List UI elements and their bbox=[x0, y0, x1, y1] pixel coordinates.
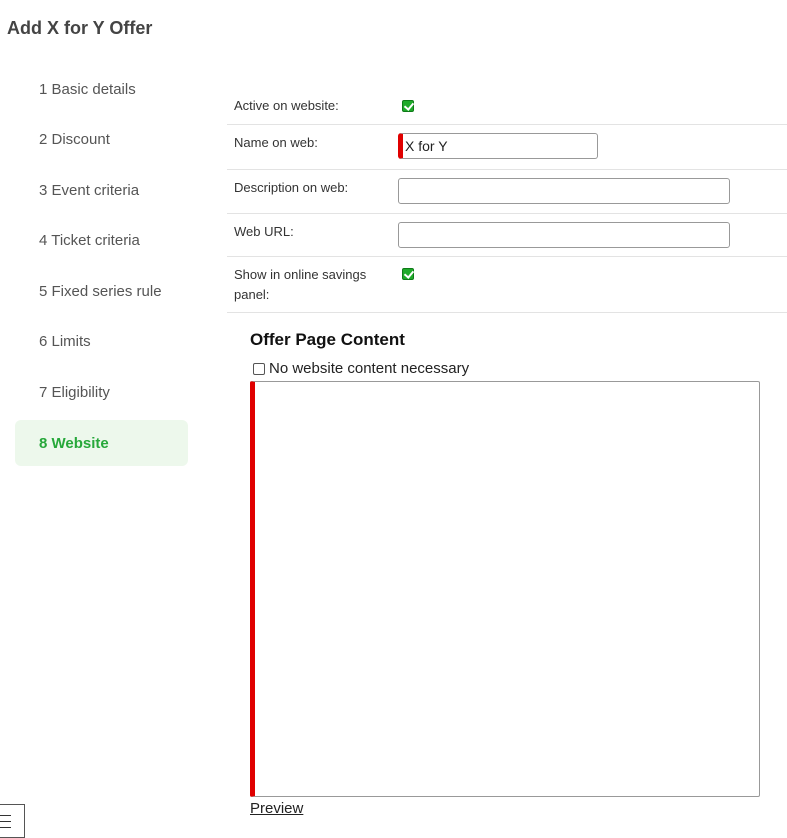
step-event-criteria[interactable]: 3 Event criteria bbox=[15, 167, 188, 213]
menu-toggle-button[interactable] bbox=[0, 804, 25, 838]
offer-page-content-heading: Offer Page Content bbox=[250, 330, 405, 349]
row-description-on-web: Description on web: bbox=[227, 170, 787, 214]
active-on-website-label: Active on website: bbox=[234, 98, 339, 113]
no-website-content-label: No website content necessary bbox=[269, 360, 470, 377]
row-active-on-website: Active on website: bbox=[227, 89, 787, 125]
name-on-web-label: Name on web: bbox=[234, 135, 318, 150]
offer-page-content-editor[interactable] bbox=[250, 381, 760, 797]
show-in-savings-panel-checkbox[interactable] bbox=[402, 268, 414, 280]
row-name-on-web: Name on web: bbox=[227, 125, 787, 170]
step-fixed-series-rule[interactable]: 5 Fixed series rule bbox=[15, 268, 188, 314]
step-eligibility[interactable]: 7 Eligibility bbox=[15, 370, 188, 416]
no-website-content-option[interactable]: No website content necessary bbox=[253, 360, 469, 377]
wizard-steps: 1 Basic details 2 Discount 3 Event crite… bbox=[15, 66, 188, 471]
step-website[interactable]: 8 Website bbox=[15, 420, 188, 467]
web-url-input[interactable] bbox=[398, 222, 730, 248]
row-show-in-savings-panel: Show in online savings panel: bbox=[227, 257, 787, 313]
description-on-web-label: Description on web: bbox=[234, 180, 349, 195]
row-web-url: Web URL: bbox=[227, 214, 787, 257]
no-website-content-checkbox[interactable] bbox=[253, 362, 265, 375]
description-on-web-input[interactable] bbox=[398, 178, 730, 204]
step-discount[interactable]: 2 Discount bbox=[15, 117, 188, 163]
active-on-website-checkbox[interactable] bbox=[402, 100, 414, 112]
name-on-web-input[interactable] bbox=[398, 133, 598, 159]
page-title: Add X for Y Offer bbox=[7, 18, 153, 38]
show-in-savings-panel-label: Show in online savings panel: bbox=[234, 267, 367, 302]
preview-link[interactable]: Preview bbox=[250, 800, 303, 817]
web-url-label: Web URL: bbox=[234, 224, 294, 239]
step-limits[interactable]: 6 Limits bbox=[15, 319, 188, 365]
step-basic-details[interactable]: 1 Basic details bbox=[15, 66, 188, 112]
step-ticket-criteria[interactable]: 4 Ticket criteria bbox=[15, 218, 188, 264]
